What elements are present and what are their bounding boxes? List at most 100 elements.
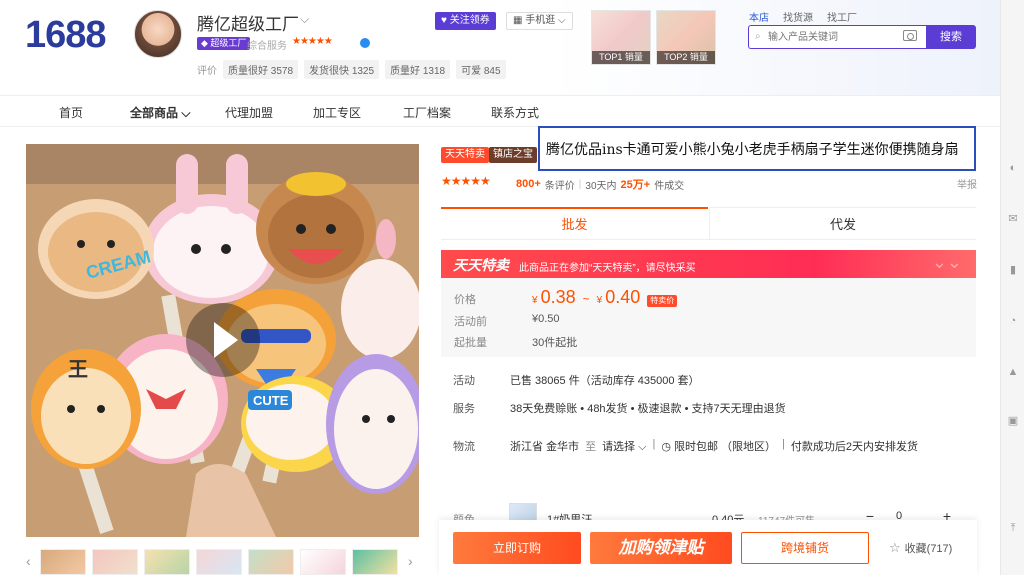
super-factory-badge: ◆ 超级工厂 [197, 37, 251, 50]
tab-dropship[interactable]: 代发 [709, 207, 976, 240]
daily-deal-tag: 天天特卖 [441, 147, 489, 163]
chevron-down-icon: ⌄⌄ [931, 252, 962, 272]
chevron-down-icon: ⌵ [181, 106, 191, 120]
crossborder-listing-button[interactable]: 跨境铺货 [741, 532, 869, 564]
nav-item-processing[interactable]: 加工专区 [313, 104, 361, 121]
thumbnail[interactable] [92, 549, 138, 575]
search-button[interactable]: 搜索 [926, 25, 976, 49]
price-range: ¥ 0.38 ~ ¥ 0.40 特卖价 [532, 287, 678, 308]
sale-price-badge: 特卖价 [647, 295, 678, 307]
metric-tag[interactable]: 质量很好 3578 [223, 60, 299, 79]
price-label: 价格 [454, 294, 476, 306]
review-label: 条评价 [544, 180, 575, 192]
shop-treasure-tag: 镇店之宝 [489, 147, 537, 163]
nav-item-home[interactable]: 首页 [59, 104, 83, 121]
follow-coupon-button[interactable]: ♥ 关注领券 [435, 12, 496, 30]
before-label: 活动前 [454, 316, 487, 328]
purchase-mode-tabs: 批发 代发 [441, 207, 976, 240]
title-highlight-box: 腾亿优品ins卡通可爱小熊小兔小老虎手柄扇子学生迷你便携随身扇 [538, 126, 976, 171]
right-toolbar: ◐ ✉ ▮ ◔ ▲ ▣ ⤒ [1000, 0, 1024, 575]
chat-icon[interactable]: ◐ [1007, 162, 1019, 174]
play-video-button[interactable] [186, 303, 260, 377]
logistics-row: 浙江省 金华市 至 请选择 ⌵ | ◷ 限时包邮 （限地区） | 付款成功后2天… [510, 438, 919, 454]
rating-stars: ★★★★★ [441, 174, 491, 188]
camera-icon[interactable] [903, 30, 917, 41]
thumbnail[interactable] [196, 549, 242, 575]
top-product-2[interactable]: TOP2 销量 [656, 10, 716, 65]
sold-period: 30天内 [585, 180, 617, 192]
review-metrics: 评价 质量很好 3578 发货很快 1325 质量好 1318 可爱 845 [197, 60, 506, 79]
tab-wholesale[interactable]: 批发 [441, 207, 708, 240]
activity-label: 活动 [453, 375, 475, 387]
thumbnail[interactable] [40, 549, 86, 575]
logistics-label: 物流 [453, 441, 475, 453]
chevron-down-icon[interactable]: ⌵ [300, 12, 309, 27]
review-summary: 800+ 条评价 | 30天内 25万+ 件成交 [516, 178, 685, 192]
price-high: 0.40 [605, 287, 641, 307]
product-main-image[interactable]: CREAM 王 CUTE [26, 144, 419, 537]
report-link[interactable]: 举报 [957, 176, 977, 191]
thumbnail[interactable] [352, 549, 398, 575]
favorite-label: 收藏(717) [904, 543, 953, 555]
svg-text:CUTE: CUTE [253, 393, 289, 408]
ship-time: 付款成功后2天内安排发货 [790, 441, 919, 453]
before-price: ¥0.50 [532, 313, 560, 325]
chevron-left-icon[interactable]: ‹ [26, 553, 31, 569]
sold-count: 25万+ [620, 179, 651, 191]
service-stars: ★★★★★ [292, 36, 333, 47]
nav-item-all-products[interactable]: 全部商品 ⌵ [130, 104, 190, 121]
promo-title: 天天特卖 [453, 257, 509, 273]
favorite-button[interactable]: ☆ 收藏(717) [889, 540, 952, 556]
chevron-right-icon[interactable]: › [408, 553, 413, 569]
metric-tag[interactable]: 质量好 1318 [385, 60, 451, 79]
star-icon: ☆ [889, 540, 901, 555]
shop-avatar[interactable] [134, 10, 182, 58]
service-label: 综合服务 [247, 41, 287, 52]
shop-header: 1688 腾亿超级工厂 ⌵ ◆ 超级工厂 综合服务 ★★★★★ 评价 质量很好 … [0, 0, 1000, 95]
search-tab-factory[interactable]: 找工厂 [827, 9, 857, 24]
logistics-origin: 浙江省 金华市 [510, 441, 580, 453]
destination-select[interactable]: 请选择 ⌵ [602, 438, 646, 454]
clock-icon: ◷ [661, 441, 671, 453]
shop-name[interactable]: 腾亿超级工厂 [197, 10, 299, 35]
nav-item-contact[interactable]: 联系方式 [491, 104, 539, 121]
thumbnail[interactable] [144, 549, 190, 575]
promo-text: 此商品正在参加“天天特卖”，请尽快采买 [519, 263, 696, 274]
top-product-label: TOP1 销量 [592, 51, 650, 64]
price-low: 0.38 [540, 287, 576, 307]
bell-icon[interactable]: ▲ [1007, 366, 1019, 378]
search-scope-tabs: 本店 找货源 找工厂 [749, 9, 857, 24]
info-icon[interactable] [360, 38, 370, 48]
product-title: 腾亿优品ins卡通可爱小熊小兔小老虎手柄扇子学生迷你便携随身扇 [546, 141, 959, 158]
mobile-browse-button[interactable]: ▦ 手机逛 ⌵ [506, 12, 573, 30]
metric-tag[interactable]: 可爱 845 [456, 60, 506, 79]
nav-item-agency[interactable]: 代理加盟 [225, 104, 273, 121]
back-to-top-icon[interactable]: ⤒ [1007, 522, 1019, 534]
site-logo[interactable]: 1688 [25, 14, 107, 57]
service-label: 服务 [453, 403, 475, 415]
search-icon: ⌕ [755, 31, 761, 42]
price-panel: 价格 ¥ 0.38 ~ ¥ 0.40 特卖价 活动前 ¥0.50 起批量 30件… [441, 278, 976, 357]
mail-icon[interactable]: ✉ [1007, 213, 1019, 225]
add-cart-subsidy-button[interactable]: 加购领津贴 [590, 532, 732, 564]
activity-value: 已售 38065 件（活动库存 435000 套） [510, 375, 700, 387]
save-icon[interactable]: ▣ [1007, 415, 1019, 427]
search-input[interactable] [768, 28, 898, 46]
nav-item-factory-profile[interactable]: 工厂档案 [403, 104, 451, 121]
thumbnail[interactable] [248, 549, 294, 575]
review-count[interactable]: 800+ [516, 178, 541, 190]
metric-tag[interactable]: 发货很快 1325 [304, 60, 380, 79]
order-now-button[interactable]: 立即订购 [453, 532, 581, 564]
thumbnail[interactable] [300, 549, 346, 575]
search-tab-source[interactable]: 找货源 [783, 9, 813, 24]
search-tab-shop[interactable]: 本店 [749, 9, 769, 24]
free-shipping: ◷ 限时包邮 （限地区） [661, 441, 777, 453]
footprint-icon[interactable]: ◔ [1007, 315, 1019, 327]
svg-text:王: 王 [68, 359, 88, 381]
top-product-1[interactable]: TOP1 销量 [591, 10, 651, 65]
purchase-action-bar: 立即订购 加购领津贴 跨境铺货 ☆ 收藏(717) [439, 520, 977, 575]
service-value: 38天免费赊账 • 48h发货 • 极速退款 • 支持7天无理由退货 [510, 403, 786, 415]
super-badge-label: 超级工厂 [210, 38, 247, 48]
top-product-label: TOP2 销量 [657, 51, 715, 64]
bookmark-icon[interactable]: ▮ [1007, 264, 1019, 276]
